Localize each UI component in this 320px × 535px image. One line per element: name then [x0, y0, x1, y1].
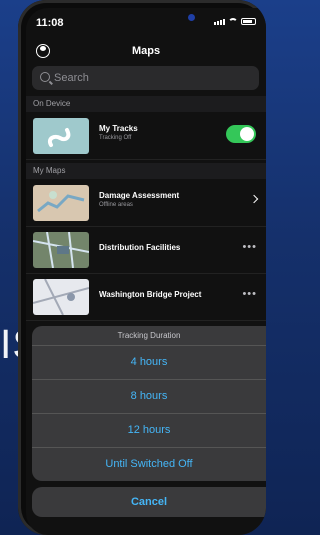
page-title: Maps	[131, 45, 161, 57]
row-subtitle: Offline areas	[99, 202, 133, 208]
row-title: Damage Assessment	[99, 191, 180, 200]
duration-option-8h[interactable]: 8 hours	[32, 380, 266, 414]
action-sheet: Tracking Duration 4 hours 8 hours 12 hou…	[32, 326, 266, 517]
tracking-toggle[interactable]	[226, 125, 256, 143]
row-title: My Tracks	[99, 124, 138, 133]
wifi-icon	[228, 18, 238, 25]
row-subtitle: Tracking Off	[99, 135, 132, 141]
nav-bar: Maps	[26, 40, 266, 68]
row-title: Washington Bridge Project	[99, 290, 202, 299]
row-title: Distribution Facilities	[99, 243, 181, 252]
duration-option-12h[interactable]: 12 hours	[32, 414, 266, 448]
map-thumbnail	[33, 279, 89, 315]
more-icon[interactable]: •••	[242, 241, 257, 253]
camera-icon	[188, 14, 195, 21]
battery-icon	[241, 18, 256, 25]
tracks-thumbnail	[33, 118, 89, 154]
tracking-duration-menu: Tracking Duration 4 hours 8 hours 12 hou…	[32, 326, 266, 481]
app-screen: 11:08 Maps Search On Device My Tracks Tr…	[26, 8, 266, 535]
chevron-right-icon	[249, 194, 259, 204]
status-bar: 11:08	[26, 8, 266, 38]
signal-icon	[214, 18, 225, 25]
section-header-on-device: On Device	[26, 96, 266, 112]
phone-frame: 11:08 Maps Search On Device My Tracks Tr…	[18, 0, 266, 535]
list-item-map[interactable]: Damage Assessment Offline areas	[26, 180, 266, 227]
cancel-button[interactable]: Cancel	[32, 487, 266, 517]
map-thumbnail	[33, 185, 89, 221]
status-time: 11:08	[36, 17, 64, 29]
sheet-title: Tracking Duration	[32, 326, 266, 346]
duration-option-until-off[interactable]: Until Switched Off	[32, 448, 266, 481]
search-icon	[40, 72, 50, 82]
list-item-my-tracks[interactable]: My Tracks Tracking Off	[26, 113, 266, 160]
list-item-map[interactable]: Distribution Facilities •••	[26, 227, 266, 274]
list-item-map[interactable]: Washington Bridge Project •••	[26, 274, 266, 321]
map-thumbnail	[33, 232, 89, 268]
section-header-my-maps: My Maps	[26, 163, 266, 179]
status-icons	[214, 18, 256, 25]
more-icon[interactable]: •••	[242, 288, 257, 300]
duration-option-4h[interactable]: 4 hours	[32, 346, 266, 380]
search-input[interactable]: Search	[32, 66, 259, 90]
search-placeholder: Search	[54, 72, 89, 84]
section-label: On Device	[33, 99, 71, 108]
section-label: My Maps	[33, 166, 66, 175]
